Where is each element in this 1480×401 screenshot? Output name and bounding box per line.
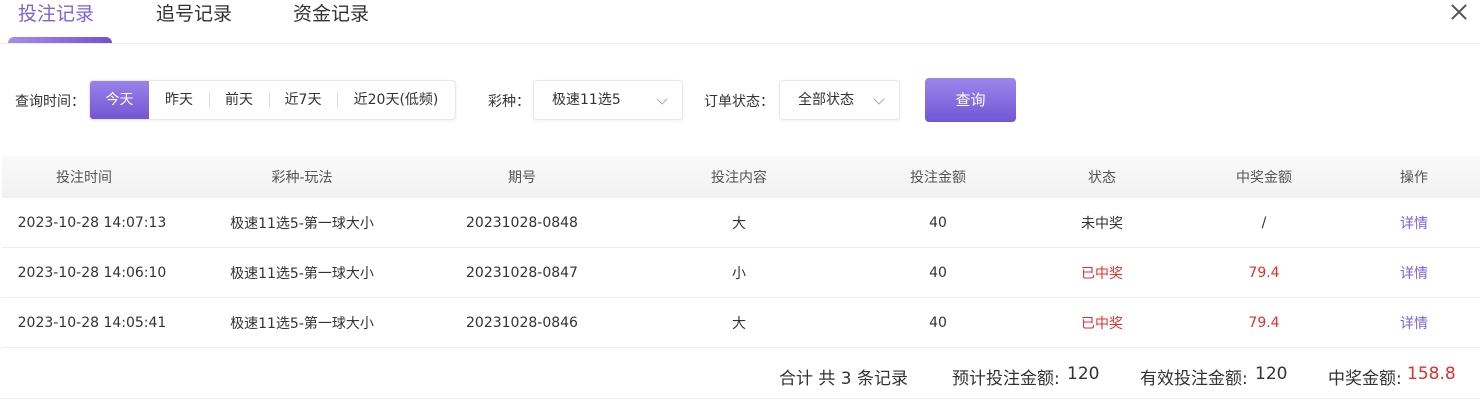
status-select-value: 全部状态 (798, 92, 854, 108)
cell-content: 大 (732, 315, 746, 332)
valid-bet-value: 120 (1255, 364, 1288, 384)
time-option-today[interactable]: 今天 (90, 81, 149, 119)
tab-chase-records[interactable]: 追号记录 (156, 0, 232, 30)
details-link[interactable]: 详情 (1362, 248, 1466, 297)
table-row: 2023-10-28 14:05:41 极速11选5-第一球大小 2023102… (2, 298, 1480, 348)
table-row: 2023-10-28 14:07:13 极速11选5-第一球大小 2023102… (2, 198, 1480, 248)
query-button[interactable]: 查询 (925, 78, 1016, 122)
column-header-game: 彩种-玩法 (271, 170, 333, 186)
column-header-prize: 中奖金额 (1236, 170, 1292, 186)
lottery-select[interactable]: 极速11选5 (533, 80, 683, 120)
time-range-selector: 今天 昨天 前天 近7天 近20天(低频) (89, 80, 456, 120)
cell-game: 极速11选5-第一球大小 (230, 315, 374, 332)
cell-issue: 20231028-0846 (466, 314, 578, 331)
column-header-content: 投注内容 (711, 170, 767, 186)
valid-bet-label: 有效投注金额: (1140, 369, 1248, 389)
cell-issue: 20231028-0848 (466, 214, 578, 231)
tab-fund-records[interactable]: 资金记录 (293, 0, 369, 30)
expected-bet-label: 预计投注金额: (952, 369, 1060, 389)
column-header-time: 投注时间 (56, 170, 112, 186)
status-select[interactable]: 全部状态 (779, 80, 900, 120)
prize-total-value: 158.8 (1407, 364, 1456, 384)
tab-bet-records[interactable]: 投注记录 (18, 0, 94, 30)
active-tab-indicator (8, 37, 112, 43)
cell-time: 2023-10-28 14:06:10 (17, 264, 167, 281)
summary-bar: 合计 共 3 条记录 预计投注金额: 120 有效投注金额: 120 中奖金额:… (0, 356, 1480, 394)
close-icon[interactable] (1448, 0, 1470, 22)
cell-prize: 79.4 (1248, 264, 1280, 281)
cell-time: 2023-10-28 14:05:41 (17, 314, 167, 331)
time-option-7days[interactable]: 近7天 (269, 81, 337, 119)
cell-time: 2023-10-28 14:07:13 (17, 214, 167, 231)
time-filter-label: 查询时间： (15, 94, 85, 110)
time-option-yesterday[interactable]: 昨天 (149, 81, 209, 119)
tab-bar: 投注记录 追号记录 资金记录 (0, 0, 1480, 44)
table-row: 2023-10-28 14:06:10 极速11选5-第一球大小 2023102… (2, 248, 1480, 298)
prize-total-label: 中奖金额: (1328, 369, 1402, 389)
cell-content: 大 (732, 215, 746, 232)
cell-prize: 79.4 (1248, 314, 1280, 331)
column-header-issue: 期号 (508, 170, 536, 186)
cell-prize: / (1261, 214, 1267, 231)
table-header: 投注时间 彩种-玩法 期号 投注内容 投注金额 状态 中奖金额 操作 (2, 156, 1480, 198)
time-option-day-before[interactable]: 前天 (209, 81, 269, 119)
column-header-action: 操作 (1400, 170, 1428, 186)
filter-bar: 查询时间： 今天 昨天 前天 近7天 近20天(低频) 彩种： 极速11选5 订… (0, 78, 1480, 122)
divider (0, 398, 1480, 399)
status-filter-label: 订单状态： (704, 94, 774, 110)
lottery-filter-label: 彩种： (488, 94, 530, 110)
chevron-down-icon (873, 93, 885, 105)
lottery-select-value: 极速11选5 (552, 92, 621, 108)
cell-game: 极速11选5-第一球大小 (230, 215, 374, 232)
total-records: 合计 共 3 条记录 (779, 369, 909, 389)
time-option-20days[interactable]: 近20天(低频) (337, 81, 455, 119)
bet-records-table: 投注时间 彩种-玩法 期号 投注内容 投注金额 状态 中奖金额 操作 2023-… (2, 156, 1480, 348)
details-link[interactable]: 详情 (1362, 298, 1466, 347)
details-link[interactable]: 详情 (1362, 198, 1466, 247)
expected-bet-value: 120 (1067, 364, 1100, 384)
cell-content: 小 (732, 265, 746, 282)
chevron-down-icon (656, 93, 668, 105)
cell-game: 极速11选5-第一球大小 (230, 265, 374, 282)
cell-issue: 20231028-0847 (466, 264, 578, 281)
